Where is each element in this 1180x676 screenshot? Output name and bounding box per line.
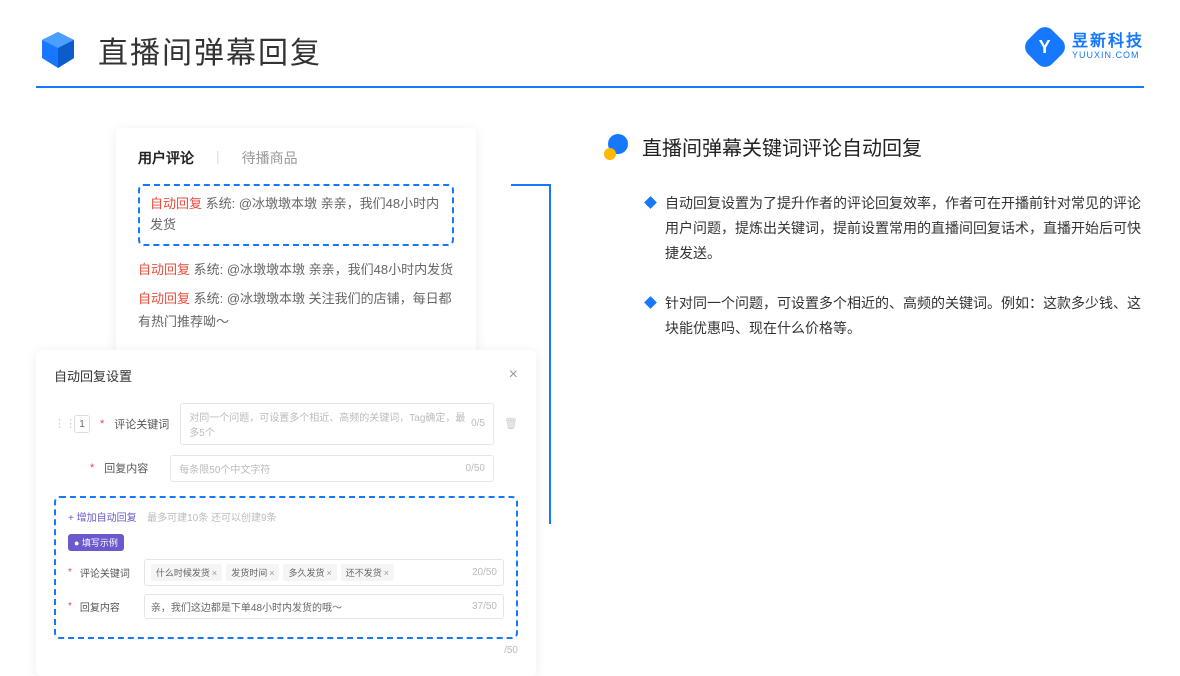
reply-line-3: 自动回复 系统: @冰墩墩本墩 关注我们的店铺，每日都有热门推荐呦～	[138, 287, 454, 334]
modal-title: 自动回复设置	[54, 366, 132, 385]
diamond-icon	[644, 296, 657, 309]
example-section: + 增加自动回复 最多可建10条 还可以创建9条 ● 填写示例 * 评论关键词 …	[54, 496, 518, 639]
tab-pending-products[interactable]: 待播商品	[242, 148, 298, 168]
brand-name-cn: 昱新科技	[1072, 33, 1144, 51]
row-index: 1	[74, 415, 90, 433]
tag-item[interactable]: 什么时候发货×	[151, 564, 222, 581]
auto-reply-tag: 自动回复	[150, 196, 202, 211]
reply-line-2: 自动回复 系统: @冰墩墩本墩 亲亲，我们48小时内发货	[138, 258, 454, 281]
comments-card: 用户评论 | 待播商品 自动回复 系统: @冰墩墩本墩 亲亲，我们48小时内发货…	[116, 128, 476, 360]
keyword-input[interactable]: 对同一个问题，可设置多个相近、高频的关键词，Tag确定，最多5个 0/5	[180, 403, 494, 445]
bullet-1: 自动回复设置为了提升作者的评论回复效率，作者可在开播前针对常见的评论用户问题，提…	[604, 191, 1144, 267]
drag-handle-icon[interactable]: ⋮⋮	[54, 417, 64, 430]
section-icon	[604, 134, 630, 160]
diamond-icon	[644, 196, 657, 209]
page-title: 直播间弹幕回复	[98, 28, 322, 72]
delete-icon[interactable]: 🗑	[504, 417, 518, 430]
brand-logo: Y 昱新科技 YUUXIN.COM	[1028, 30, 1144, 64]
example-badge: ● 填写示例	[68, 534, 124, 551]
add-hint: 最多可建10条 还可以创建9条	[147, 513, 276, 524]
content-input[interactable]: 每条限50个中文字符 0/50	[170, 455, 494, 482]
logo-cube-icon	[36, 28, 80, 72]
keyword-label: 评论关键词	[114, 416, 170, 432]
tab-user-comments[interactable]: 用户评论	[138, 148, 194, 168]
tab-separator: |	[216, 148, 220, 168]
tag-item[interactable]: 多久发货×	[283, 564, 336, 581]
highlighted-reply: 自动回复 系统: @冰墩墩本墩 亲亲，我们48小时内发货	[138, 184, 454, 246]
tag-item[interactable]: 发货时间×	[226, 564, 279, 581]
add-reply-link[interactable]: + 增加自动回复	[68, 513, 137, 524]
ex-keyword-tags[interactable]: 什么时候发货× 发货时间× 多久发货× 还不发货× 20/50	[144, 559, 504, 586]
section-title: 直播间弹幕关键词评论自动回复	[642, 132, 922, 161]
ex-content-input[interactable]: 亲，我们这边都是下单48小时内发货的哦～ 37/50	[144, 594, 504, 619]
brand-name-en: YUUXIN.COM	[1072, 51, 1144, 61]
ex-keyword-label: 评论关键词	[80, 565, 136, 580]
ex-content-label: 回复内容	[80, 599, 136, 614]
tag-item[interactable]: 还不发货×	[341, 564, 394, 581]
settings-modal: 自动回复设置 × ⋮⋮ 1 * 评论关键词 对同一个问题，可设置多个相近、高频的…	[36, 350, 536, 676]
content-label: 回复内容	[104, 460, 160, 476]
bullet-2: 针对同一个问题，可设置多个相近的、高频的关键词。例如：这款多少钱、这块能优惠吗、…	[604, 291, 1144, 341]
brand-icon: Y	[1021, 23, 1069, 71]
outer-count: /50	[54, 645, 518, 656]
close-icon[interactable]: ×	[509, 366, 518, 384]
